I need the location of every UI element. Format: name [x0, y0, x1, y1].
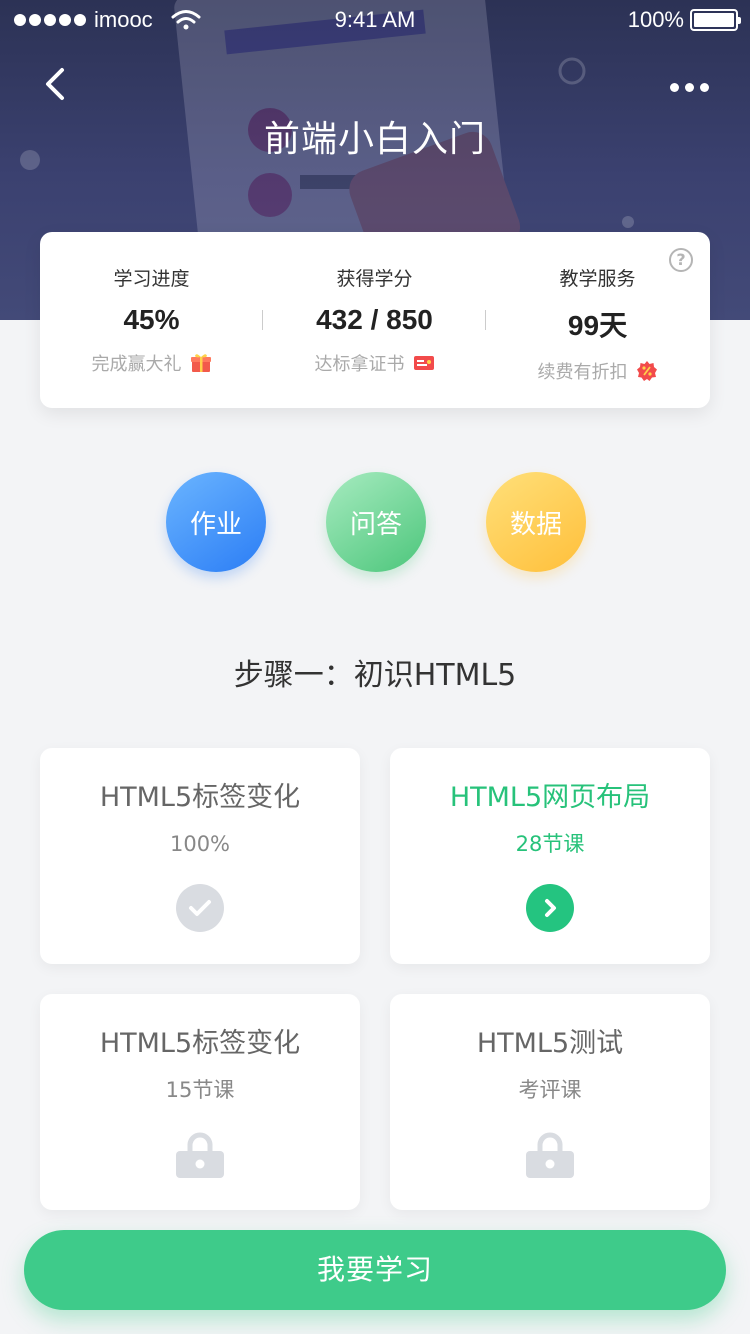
lesson-progress: 100%: [169, 832, 231, 856]
stat-credits-sub-text: 达标拿证书: [314, 354, 405, 375]
stat-service-label: 教学服务: [559, 268, 636, 290]
lock-icon: [526, 1130, 574, 1178]
qa-button[interactable]: 问答: [326, 472, 426, 572]
data-button[interactable]: 数据: [486, 472, 586, 572]
lesson-title: HTML5测试: [476, 1028, 624, 1059]
lesson-title: HTML5网页布局: [449, 782, 651, 813]
certificate-icon: [413, 356, 434, 370]
page-title: 前端小白入门: [263, 119, 486, 160]
lesson-card-locked[interactable]: HTML5标签变化 15节课: [40, 994, 360, 1210]
lesson-count: 28节课: [515, 832, 585, 856]
stat-service-sub-text: 续费有折扣: [537, 362, 628, 383]
back-button[interactable]: [38, 62, 78, 106]
more-button[interactable]: [670, 72, 716, 102]
step-title: 步骤一：初识HTML5: [233, 658, 517, 693]
stat-credits-value: 432 / 850: [316, 304, 433, 335]
stat-credits: 获得学分 432 / 850 达标拿证书: [263, 264, 486, 376]
arrow-right-circle-icon[interactable]: [526, 884, 574, 932]
stat-service-value: 99天: [567, 310, 628, 341]
lesson-title: HTML5标签变化: [99, 1028, 301, 1059]
stat-credits-sub[interactable]: 达标拿证书: [263, 350, 486, 376]
chevron-left-icon: [46, 68, 64, 100]
stat-credits-label: 获得学分: [336, 268, 413, 290]
stat-progress-sub-text: 完成赢大礼: [91, 354, 182, 375]
stat-service: 教学服务 99天 续费有折扣: [486, 264, 709, 384]
battery-percent: 100%: [627, 7, 684, 32]
lock-icon: [176, 1130, 224, 1178]
lesson-count: 15节课: [165, 1078, 235, 1102]
battery-icon: [690, 9, 741, 31]
stat-progress-value: 45%: [123, 304, 180, 335]
homework-button[interactable]: 作业: [166, 472, 266, 572]
stat-service-sub[interactable]: 续费有折扣: [486, 358, 709, 384]
check-circle-icon: [176, 884, 224, 932]
stat-progress-sub[interactable]: 完成赢大礼: [40, 350, 263, 376]
discount-badge-icon: [636, 361, 657, 381]
lesson-card-completed[interactable]: HTML5标签变化 100%: [40, 748, 360, 964]
lesson-title: HTML5标签变化: [99, 782, 301, 813]
lesson-card-locked[interactable]: HTML5测试 考评课: [390, 994, 710, 1210]
stat-progress-label: 学习进度: [113, 268, 190, 290]
start-learning-button[interactable]: 我要学习: [24, 1230, 726, 1310]
gift-icon: [190, 354, 211, 372]
more-dots-icon: [670, 82, 679, 92]
stats-card: ? 学习进度 45% 完成赢大礼 获得学分 432 / 850 达标拿证书 教学…: [40, 232, 710, 408]
stat-progress: 学习进度 45% 完成赢大礼: [40, 264, 263, 376]
status-bar: imooc 9:41 AM 100%: [0, 0, 750, 40]
lesson-card-active[interactable]: HTML5网页布局 28节课: [390, 748, 710, 964]
lesson-type: 考评课: [518, 1078, 582, 1102]
